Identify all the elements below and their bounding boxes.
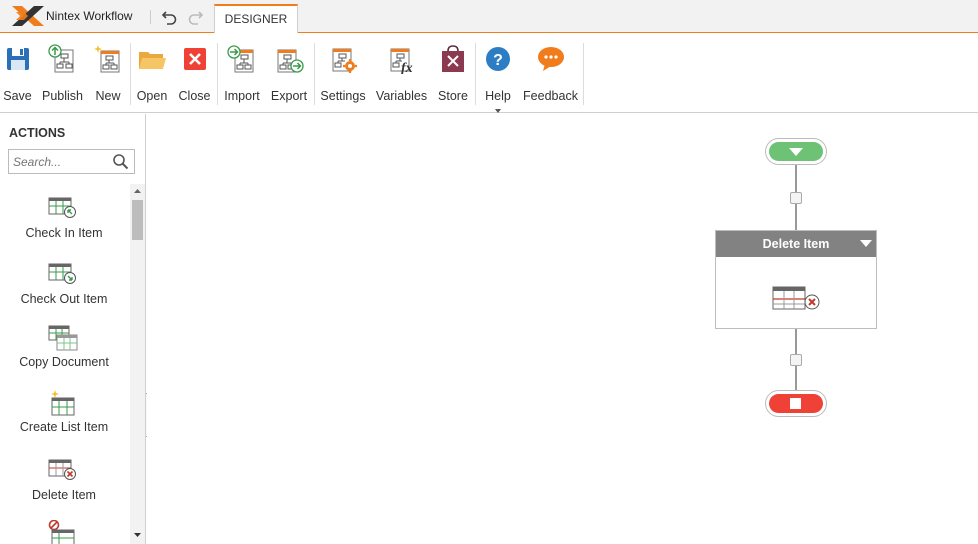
sidebar-scrollbar[interactable] xyxy=(130,184,145,544)
action-item-label: Copy Document xyxy=(19,355,109,369)
search-icon[interactable] xyxy=(112,153,129,170)
start-arrow-icon xyxy=(769,142,823,161)
help-button[interactable]: ? Help xyxy=(480,41,516,113)
publish-label: Publish xyxy=(42,89,83,103)
ribbon-separator xyxy=(583,43,584,105)
publish-button[interactable]: Publish xyxy=(38,41,87,107)
save-button[interactable]: Save xyxy=(0,41,35,107)
redo-icon[interactable] xyxy=(186,8,204,26)
workflow-canvas[interactable]: Delete Item xyxy=(147,114,978,544)
stop-square-icon xyxy=(769,394,823,413)
publish-icon xyxy=(47,44,73,73)
action-item-label: Create List Item xyxy=(19,420,109,434)
action-item-check-out[interactable]: Check Out Item xyxy=(0,262,128,322)
action-item-label: Delete Item xyxy=(32,488,96,502)
connector-drop-point[interactable] xyxy=(790,192,802,204)
settings-button[interactable]: Settings xyxy=(317,41,369,107)
action-menu-dropdown-icon[interactable] xyxy=(860,240,872,247)
variables-fx-icon: fx xyxy=(390,48,413,74)
export-icon xyxy=(277,49,304,73)
open-button[interactable]: Open xyxy=(134,41,170,107)
feedback-chat-icon xyxy=(537,47,564,71)
check-in-item-icon xyxy=(48,197,76,218)
variables-label: Variables xyxy=(375,89,428,103)
help-label: Help xyxy=(485,89,511,103)
nintex-logo-icon xyxy=(12,6,44,26)
create-list-item-icon xyxy=(51,390,75,416)
action-title: Delete Item xyxy=(762,237,830,251)
import-icon xyxy=(227,45,254,73)
folder-open-icon xyxy=(139,52,166,69)
copy-document-icon xyxy=(48,325,78,351)
scroll-up-arrow-icon[interactable] xyxy=(130,184,145,198)
new-label: New xyxy=(95,89,121,103)
check-out-item-icon xyxy=(48,263,76,284)
connector-drop-point[interactable] xyxy=(790,354,802,366)
action-item-check-in[interactable]: Check In Item xyxy=(0,196,128,256)
search-input[interactable] xyxy=(9,150,109,173)
search-box xyxy=(8,149,135,174)
help-dropdown-caret-icon[interactable] xyxy=(495,109,501,113)
tab-designer[interactable]: DESIGNER xyxy=(214,4,298,34)
workflow-start-node[interactable] xyxy=(765,138,827,165)
save-label: Save xyxy=(3,89,32,103)
action-item-label: Check In Item xyxy=(25,226,103,240)
ribbon-separator xyxy=(217,43,218,105)
feedback-button[interactable]: Feedback xyxy=(521,41,580,107)
action-item-delete-item[interactable]: Delete Item xyxy=(0,458,128,518)
feedback-label: Feedback xyxy=(523,89,578,103)
open-label: Open xyxy=(136,89,168,103)
app-brand: Nintex Workflow xyxy=(46,9,133,23)
delete-item-action[interactable]: Delete Item xyxy=(715,230,877,329)
save-icon xyxy=(6,48,29,70)
ribbon-toolbar: Save Publish New Open Close Import Expor… xyxy=(0,33,978,113)
title-bar: Nintex Workflow DESIGNER xyxy=(0,0,978,34)
action-item-create-list-item[interactable]: Create List Item xyxy=(0,390,128,450)
store-label: Store xyxy=(438,89,468,103)
prohibited-item-icon xyxy=(48,520,75,544)
ribbon-separator xyxy=(475,43,476,105)
ribbon-separator xyxy=(314,43,315,105)
action-item-copy-document[interactable]: Copy Document xyxy=(0,325,128,385)
action-header: Delete Item xyxy=(716,231,876,257)
title-separator xyxy=(150,10,151,24)
export-button[interactable]: Export xyxy=(267,41,311,107)
delete-item-icon xyxy=(48,459,76,480)
help-icon: ? xyxy=(486,47,510,71)
delete-item-icon xyxy=(772,286,820,310)
settings-label: Settings xyxy=(320,89,366,103)
action-item-label: Check Out Item xyxy=(20,292,108,306)
export-label: Export xyxy=(270,89,308,103)
new-icon xyxy=(94,45,120,73)
close-label: Close xyxy=(178,89,211,103)
close-button[interactable]: Close xyxy=(176,41,213,107)
store-button[interactable]: Store xyxy=(434,41,472,107)
new-button[interactable]: New xyxy=(90,41,126,107)
variables-button[interactable]: fx Variables xyxy=(373,41,430,107)
svg-text:fx: fx xyxy=(401,61,413,74)
store-bag-icon xyxy=(442,45,464,72)
action-item-partial[interactable] xyxy=(0,520,128,544)
scrollbar-thumb[interactable] xyxy=(132,200,143,240)
svg-text:?: ? xyxy=(493,52,503,69)
scroll-down-arrow-icon[interactable] xyxy=(130,528,145,542)
actions-title: ACTIONS xyxy=(9,126,66,140)
undo-icon[interactable] xyxy=(161,8,179,26)
import-label: Import xyxy=(224,89,260,103)
ribbon-separator xyxy=(130,43,131,105)
workflow-end-node[interactable] xyxy=(765,390,827,417)
close-icon xyxy=(183,48,206,70)
settings-icon xyxy=(332,48,357,73)
actions-sidebar: ACTIONS Check In Item Check Out Item xyxy=(0,114,146,544)
import-button[interactable]: Import xyxy=(220,41,264,107)
